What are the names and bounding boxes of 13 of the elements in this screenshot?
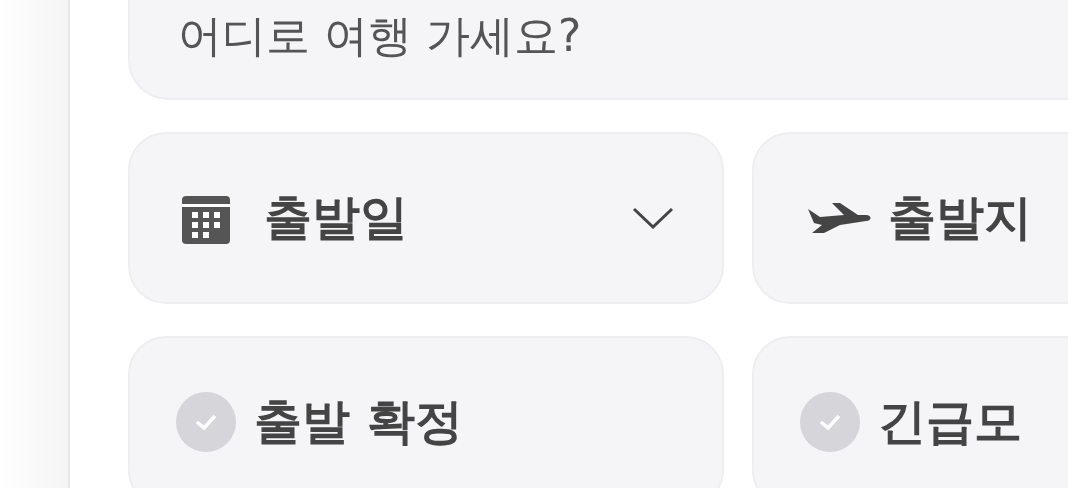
filter-chip[interactable]: 긴급모: [752, 336, 1068, 488]
check-icon: [195, 414, 217, 430]
checkbox[interactable]: [800, 392, 860, 452]
filter-label: 출발 확정: [254, 392, 463, 451]
filter-chip[interactable]: 출발 확정: [128, 336, 724, 488]
filter-chip[interactable]: 출발일: [128, 132, 724, 304]
filter-label: 출발일: [264, 188, 408, 247]
filter-label: 출발지: [888, 188, 1032, 247]
check-icon: [819, 414, 841, 430]
filter-label: 긴급모: [878, 392, 1022, 451]
checkbox[interactable]: [176, 392, 236, 452]
search-field[interactable]: 어디로 여행 가세요?: [128, 0, 1068, 100]
filter-chip[interactable]: 출발지: [752, 132, 1068, 304]
